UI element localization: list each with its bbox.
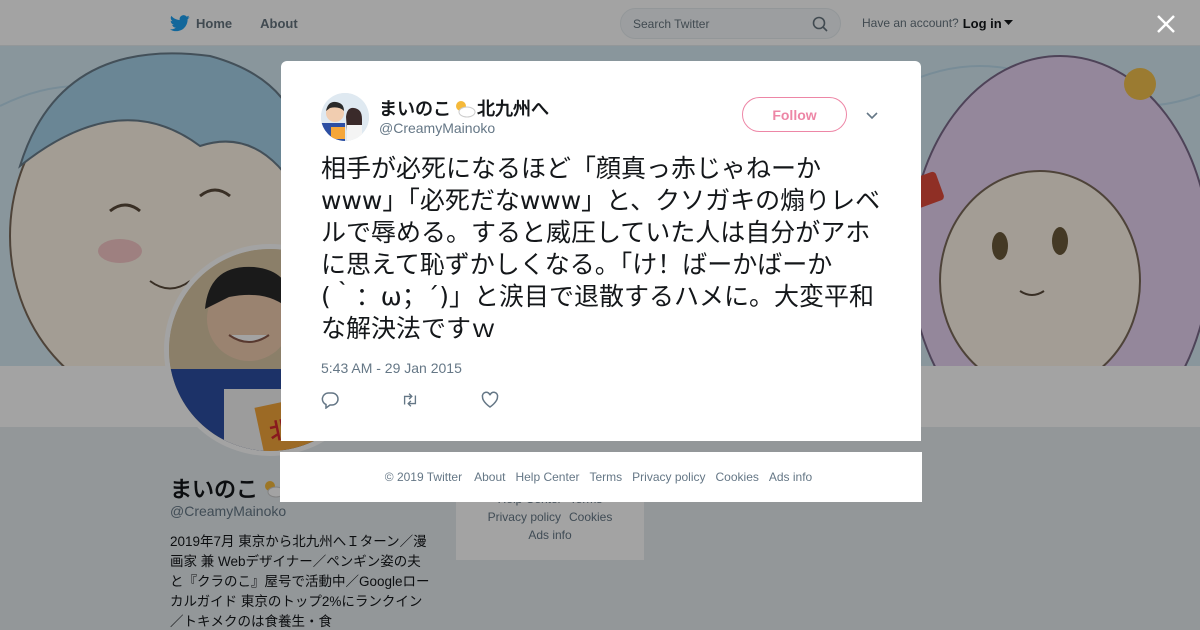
reply-icon[interactable] xyxy=(321,391,339,409)
footer-copyright: © 2019 Twitter xyxy=(384,470,463,484)
tweet-author-name-suffix: 北九州へ xyxy=(477,99,549,119)
tweet-author-avatar-image xyxy=(321,93,369,141)
tweet-author-handle[interactable]: @CreamyMainoko xyxy=(379,120,495,136)
tweet-text: 相手が必死になるほど「顔真っ赤じゃねーかwww」「必死だなwww」と、クソガキの… xyxy=(321,154,881,343)
footer-link-help-center[interactable]: Help Center xyxy=(515,470,579,484)
tweet-timestamp[interactable]: 5:43 AM - 29 Jan 2015 xyxy=(321,360,462,376)
tweet-header: まいのこ 北九州へ @CreamyMainoko Follow xyxy=(321,93,881,143)
like-icon[interactable] xyxy=(481,391,499,409)
tweet-author-name-text: まいのこ xyxy=(379,99,451,119)
modal-footer: © 2019 Twitter About Help Center Terms P… xyxy=(280,452,922,502)
footer-link-ads-info[interactable]: Ads info xyxy=(769,470,812,484)
follow-button[interactable]: Follow xyxy=(742,97,847,132)
footer-link-terms[interactable]: Terms xyxy=(589,470,622,484)
chevron-down-icon[interactable] xyxy=(864,107,880,123)
retweet-icon[interactable] xyxy=(401,391,419,409)
footer-link-privacy-policy[interactable]: Privacy policy xyxy=(632,470,705,484)
footer-link-about[interactable]: About xyxy=(474,470,505,484)
sun-cloud-emoji-icon xyxy=(456,101,476,118)
tweet-card: まいのこ 北九州へ @CreamyMainoko Follow 相手が必死になる… xyxy=(281,61,921,441)
tweet-author-name[interactable]: まいのこ 北九州へ xyxy=(379,95,549,121)
footer-link-cookies[interactable]: Cookies xyxy=(716,470,759,484)
close-icon[interactable] xyxy=(1152,10,1180,38)
tweet-author-avatar[interactable] xyxy=(321,93,369,141)
tweet-actions xyxy=(321,391,561,409)
